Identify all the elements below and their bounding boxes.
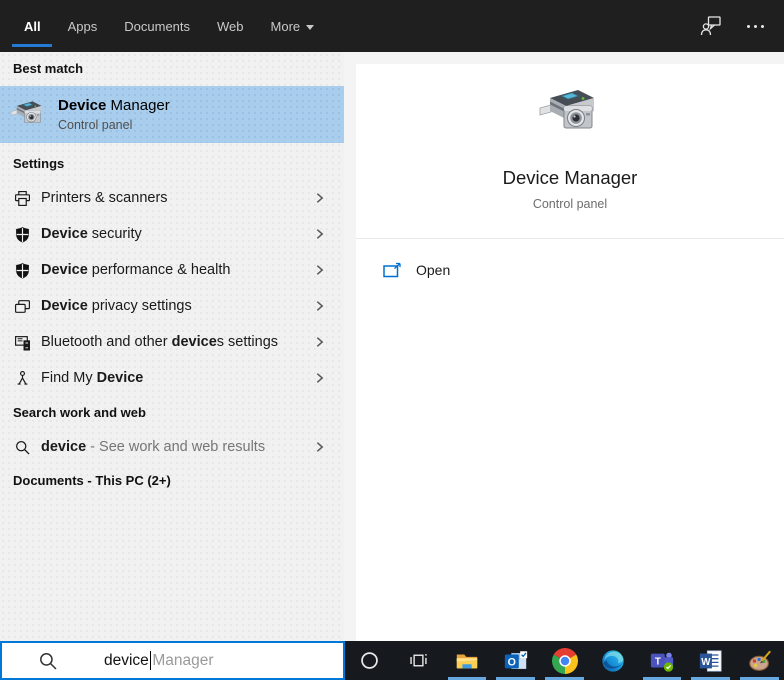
bluetooth-devices-icon bbox=[14, 334, 31, 351]
open-action[interactable]: Open bbox=[356, 252, 784, 288]
cortana-icon[interactable] bbox=[345, 641, 394, 680]
text-cursor bbox=[149, 651, 152, 670]
chevron-down-icon bbox=[306, 24, 315, 30]
chevron-right-icon[interactable] bbox=[313, 192, 326, 205]
tab-web[interactable]: Web bbox=[217, 0, 244, 52]
settings-item-device-privacy[interactable]: Device privacy settings bbox=[0, 288, 344, 324]
svg-text:W: W bbox=[701, 657, 711, 668]
svg-text:T: T bbox=[655, 656, 661, 667]
chevron-right-icon[interactable] bbox=[313, 441, 326, 454]
chevron-right-icon[interactable] bbox=[313, 372, 326, 385]
divider bbox=[356, 238, 784, 239]
open-icon bbox=[383, 262, 402, 278]
web-search-result-device[interactable]: device - See work and web results bbox=[0, 429, 344, 465]
tab-all[interactable]: All bbox=[24, 0, 41, 52]
chrome-icon[interactable] bbox=[540, 641, 589, 680]
paint-icon[interactable] bbox=[735, 641, 784, 680]
taskbar: O T W bbox=[345, 641, 784, 680]
chevron-right-icon[interactable] bbox=[313, 264, 326, 277]
tab-apps[interactable]: Apps bbox=[68, 0, 98, 52]
device-manager-icon bbox=[538, 84, 602, 142]
outlook-icon[interactable]: O bbox=[491, 641, 540, 680]
feedback-icon[interactable] bbox=[699, 14, 723, 38]
settings-header: Settings bbox=[13, 156, 65, 171]
more-options-icon[interactable] bbox=[747, 24, 764, 28]
search-icon bbox=[14, 439, 31, 456]
edge-icon[interactable] bbox=[589, 641, 638, 680]
search-input[interactable]: device Manager bbox=[0, 641, 345, 680]
preview-title: Device Manager bbox=[502, 167, 638, 188]
settings-item-device-security[interactable]: Device security bbox=[0, 216, 344, 252]
preview-card: Device Manager Control panel Open bbox=[356, 64, 784, 641]
filter-tabs: All Apps Documents Web More bbox=[0, 0, 315, 52]
search-icon bbox=[38, 651, 58, 671]
tab-more[interactable]: More bbox=[271, 0, 315, 52]
shield-icon bbox=[14, 226, 31, 243]
device-manager-icon bbox=[10, 98, 46, 132]
documents-header: Documents - This PC (2+) bbox=[13, 473, 171, 488]
best-match-subtitle: Control panel bbox=[58, 118, 133, 132]
chevron-right-icon[interactable] bbox=[313, 300, 326, 313]
printer-icon bbox=[14, 190, 31, 207]
search-typed-text: device bbox=[104, 651, 149, 669]
settings-item-printers-scanners[interactable]: Printers & scanners bbox=[0, 180, 344, 216]
tab-documents[interactable]: Documents bbox=[124, 0, 190, 52]
settings-item-device-performance-health[interactable]: Device performance & health bbox=[0, 252, 344, 288]
best-match-header: Best match bbox=[13, 61, 84, 76]
settings-item-find-my-device[interactable]: Find My Device bbox=[0, 360, 344, 396]
chevron-right-icon[interactable] bbox=[313, 336, 326, 349]
best-match-title: Device Manager bbox=[58, 97, 170, 114]
file-explorer-icon[interactable] bbox=[443, 641, 492, 680]
svg-text:O: O bbox=[507, 656, 515, 668]
devices-icon bbox=[14, 298, 31, 315]
search-work-web-header: Search work and web bbox=[13, 405, 146, 420]
search-filter-bar: All Apps Documents Web More bbox=[0, 0, 784, 52]
word-icon[interactable]: W bbox=[686, 641, 735, 680]
preview-subtitle: Control panel bbox=[532, 197, 608, 211]
settings-item-bluetooth-devices[interactable]: Bluetooth and other devices settings bbox=[0, 324, 344, 360]
best-match-result-device-manager[interactable]: Device Manager Control panel bbox=[0, 86, 344, 143]
chevron-right-icon[interactable] bbox=[313, 228, 326, 241]
find-my-device-icon bbox=[14, 370, 31, 387]
teams-icon[interactable]: T bbox=[638, 641, 687, 680]
search-results-panel: Best match Device Manager Control panel … bbox=[0, 52, 344, 641]
search-inline-suggestion: Manager bbox=[152, 651, 214, 669]
open-label: Open bbox=[416, 262, 451, 278]
task-view-icon[interactable] bbox=[394, 641, 443, 680]
shield-icon bbox=[14, 262, 31, 279]
preview-pane-background: Device Manager Control panel Open bbox=[344, 52, 784, 641]
